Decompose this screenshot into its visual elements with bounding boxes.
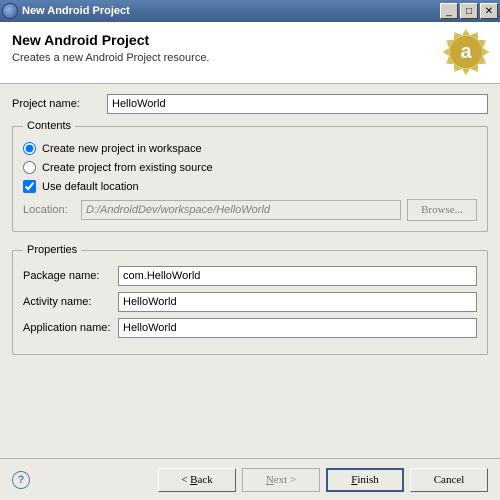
page-title: New Android Project	[12, 32, 488, 48]
window-title: New Android Project	[22, 5, 438, 17]
maximize-button[interactable]: □	[460, 3, 478, 19]
titlebar: New Android Project _ □ ✕	[0, 0, 500, 22]
page-description: Creates a new Android Project resource.	[12, 52, 488, 64]
wizard-header: New Android Project Creates a new Androi…	[0, 22, 500, 84]
radio-existing-label: Create project from existing source	[42, 162, 213, 174]
location-row: Location: Browse...	[23, 199, 477, 221]
close-button[interactable]: ✕	[480, 3, 498, 19]
properties-legend: Properties	[23, 244, 81, 256]
activity-input[interactable]	[118, 292, 477, 312]
activity-row: Activity name:	[23, 292, 477, 312]
browse-button: Browse...	[407, 199, 477, 221]
minimize-button[interactable]: _	[440, 3, 458, 19]
package-label: Package name:	[23, 270, 118, 282]
next-button: Next >	[242, 468, 320, 492]
android-badge-icon: a	[442, 28, 490, 76]
radio-existing-row: Create project from existing source	[23, 161, 477, 174]
location-label: Location:	[23, 204, 81, 216]
application-row: Application name:	[23, 318, 477, 338]
contents-legend: Contents	[23, 120, 75, 132]
package-row: Package name:	[23, 266, 477, 286]
project-name-label: Project name:	[12, 98, 107, 110]
finish-button[interactable]: Finish	[326, 468, 404, 492]
wizard-body: Project name: Contents Create new projec…	[0, 84, 500, 373]
radio-new-project[interactable]	[23, 142, 36, 155]
use-default-label: Use default location	[42, 181, 139, 193]
back-button[interactable]: < Back	[158, 468, 236, 492]
location-input	[81, 200, 401, 220]
project-name-row: Project name:	[12, 94, 488, 114]
application-label: Application name:	[23, 322, 118, 334]
radio-new-project-row: Create new project in workspace	[23, 142, 477, 155]
project-name-input[interactable]	[107, 94, 488, 114]
wizard-footer: ? < Back Next > Finish Cancel	[0, 458, 500, 500]
use-default-checkbox[interactable]	[23, 180, 36, 193]
properties-group: Properties Package name: Activity name: …	[12, 244, 488, 355]
package-input[interactable]	[118, 266, 477, 286]
application-input[interactable]	[118, 318, 477, 338]
radio-new-project-label: Create new project in workspace	[42, 143, 202, 155]
radio-existing-source[interactable]	[23, 161, 36, 174]
cancel-button[interactable]: Cancel	[410, 468, 488, 492]
help-icon[interactable]: ?	[12, 471, 30, 489]
contents-group: Contents Create new project in workspace…	[12, 120, 488, 232]
activity-label: Activity name:	[23, 296, 118, 308]
eclipse-icon	[2, 3, 18, 19]
use-default-row: Use default location	[23, 180, 477, 193]
